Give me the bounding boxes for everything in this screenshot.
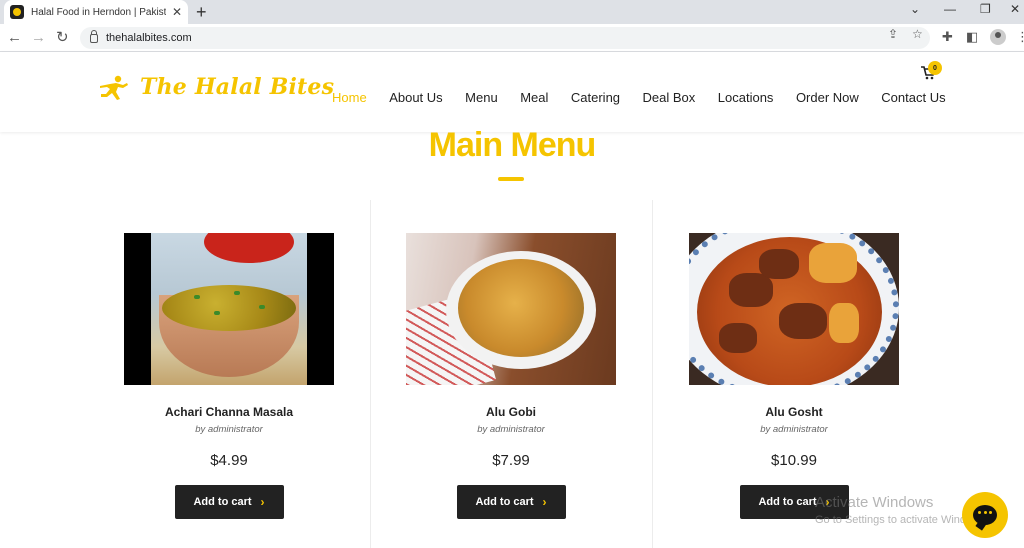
product-card: Alu Gobi by administrator $7.99 Add to c… xyxy=(406,233,616,519)
extensions-puzzle-icon[interactable]: ✚ xyxy=(942,29,953,45)
add-to-cart-button[interactable]: Add to cart › xyxy=(174,485,284,519)
nav-contact-us[interactable]: Contact Us xyxy=(881,90,945,105)
url-text: thehalalbites.com xyxy=(106,32,192,44)
bookmark-star-icon[interactable]: ☆ xyxy=(912,27,923,41)
close-window-icon[interactable]: ✕ xyxy=(1010,2,1020,16)
chat-bubble-icon xyxy=(973,505,997,525)
back-arrow-icon[interactable]: ← xyxy=(7,29,22,47)
column-divider xyxy=(652,200,653,548)
tab-search-icon[interactable]: ⌄ xyxy=(910,2,920,16)
chevron-right-icon: › xyxy=(260,495,265,509)
restore-icon[interactable]: ❐ xyxy=(980,2,991,16)
profile-avatar-icon[interactable] xyxy=(990,29,1006,45)
share-icon[interactable]: ⇪ xyxy=(888,27,898,41)
product-name[interactable]: Alu Gobi xyxy=(406,405,616,419)
product-author: by administrator xyxy=(760,424,828,435)
product-card: Alu Gosht by administrator $10.99 Add to… xyxy=(689,233,899,519)
tab-title: Halal Food in Herndon | Pakistani xyxy=(31,6,166,18)
nav-locations[interactable]: Locations xyxy=(718,90,774,105)
browser-tab-strip: Halal Food in Herndon | Pakistani ✕ + ⌄ … xyxy=(0,0,1024,24)
product-price: $10.99 xyxy=(771,452,817,469)
nav-about-us[interactable]: About Us xyxy=(389,90,442,105)
add-to-cart-button[interactable]: Add to cart › xyxy=(456,485,566,519)
minimize-icon[interactable]: — xyxy=(944,2,956,16)
add-to-cart-label: Add to cart xyxy=(475,496,534,508)
product-price: $4.99 xyxy=(210,452,248,469)
product-image-alu-gobi[interactable] xyxy=(406,233,616,385)
nav-order-now[interactable]: Order Now xyxy=(796,90,859,105)
logo-runner-icon xyxy=(96,72,130,102)
nav-deal-box[interactable]: Deal Box xyxy=(643,90,696,105)
add-to-cart-label: Add to cart xyxy=(193,496,252,508)
site-header: The Halal Bites Home About Us Menu Meal … xyxy=(0,52,1024,132)
product-card: Achari Channa Masala by administrator $4… xyxy=(124,233,334,519)
nav-home[interactable]: Home xyxy=(332,90,367,105)
chat-button[interactable] xyxy=(962,492,1008,538)
site-logo[interactable]: The Halal Bites xyxy=(96,72,334,102)
new-tab-button[interactable]: + xyxy=(196,2,207,22)
product-name[interactable]: Alu Gosht xyxy=(689,405,899,419)
product-image-alu-gosht[interactable] xyxy=(689,233,899,385)
side-panel-icon[interactable]: ◧ xyxy=(966,29,978,45)
reload-icon[interactable]: ↻ xyxy=(56,29,69,47)
tab-close-icon[interactable]: ✕ xyxy=(172,5,182,19)
browser-menu-icon[interactable]: ⋮ xyxy=(1016,29,1024,45)
nav-catering[interactable]: Catering xyxy=(571,90,620,105)
add-to-cart-label: Add to cart xyxy=(758,496,817,508)
product-price: $7.99 xyxy=(492,452,530,469)
browser-tab[interactable]: Halal Food in Herndon | Pakistani ✕ xyxy=(4,0,188,24)
product-image-achari-channa-masala[interactable] xyxy=(124,233,334,385)
activate-windows-title: Activate Windows xyxy=(815,494,934,511)
page-title: Main Menu xyxy=(428,126,597,164)
nav-meal[interactable]: Meal xyxy=(520,90,548,105)
cart-count-badge: 0 xyxy=(928,61,942,75)
product-author: by administrator xyxy=(477,424,545,435)
address-bar[interactable]: thehalalbites.com xyxy=(80,27,930,49)
browser-toolbar: ← → ↻ thehalalbites.com ⇪ ☆ ✚ ◧ xyxy=(0,24,1024,52)
site-favicon-icon xyxy=(10,5,24,19)
forward-arrow-icon[interactable]: → xyxy=(31,29,46,47)
nav-menu[interactable]: Menu xyxy=(465,90,498,105)
product-author: by administrator xyxy=(195,424,263,435)
logo-text: The Halal Bites xyxy=(140,74,335,100)
product-name[interactable]: Achari Channa Masala xyxy=(124,405,334,419)
column-divider xyxy=(370,200,371,548)
chevron-right-icon: › xyxy=(542,495,547,509)
lock-icon xyxy=(90,29,98,43)
main-nav: Home About Us Menu Meal Catering Deal Bo… xyxy=(332,90,968,105)
title-underline xyxy=(498,177,524,181)
